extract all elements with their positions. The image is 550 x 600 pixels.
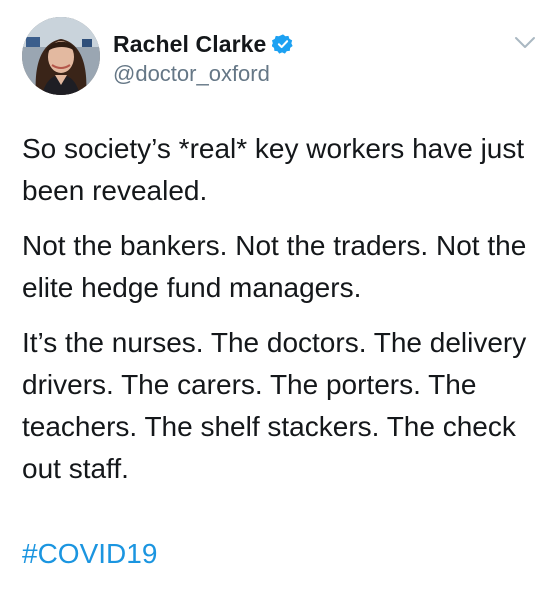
hashtag-link[interactable]: #COVID19 xyxy=(22,533,157,575)
profile-photo-icon xyxy=(22,17,100,95)
tweet-paragraph-2: Not the bankers. Not the traders. Not th… xyxy=(22,230,527,303)
chevron-down-icon[interactable] xyxy=(514,36,536,50)
tweet-card: Rachel Clarke @doctor_oxford So society’… xyxy=(0,0,550,600)
verified-badge-icon xyxy=(271,33,294,55)
avatar[interactable] xyxy=(22,17,100,95)
tweet-paragraph-3: It’s the nurses. The doctors. The delive… xyxy=(22,327,527,484)
tweet-paragraph-1: So society’s *real* key workers have jus… xyxy=(22,133,525,206)
author-name-row[interactable]: Rachel Clarke xyxy=(113,30,294,58)
author-handle[interactable]: @doctor_oxford xyxy=(113,61,270,87)
tweet-text: So society’s *real* key workers have jus… xyxy=(22,128,537,503)
display-name[interactable]: Rachel Clarke xyxy=(113,31,266,58)
